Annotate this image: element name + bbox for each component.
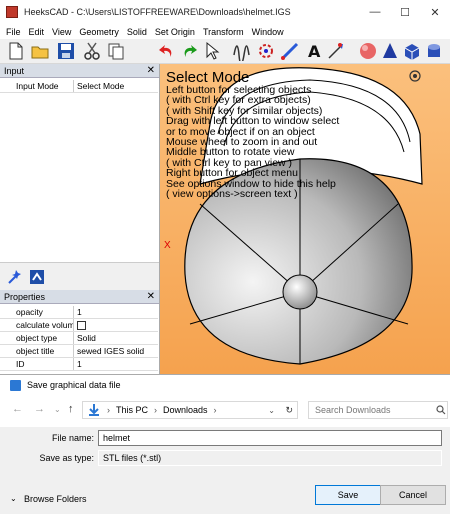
app-icon	[6, 6, 18, 18]
input-pane-header: Input ✕	[0, 64, 159, 78]
help-overlay: Select Mode Left button for selecting ob…	[166, 69, 446, 201]
cube-icon[interactable]	[402, 41, 422, 61]
property-value[interactable]: 1	[74, 306, 82, 318]
property-label: object type	[0, 332, 74, 344]
menu-solid[interactable]: Solid	[127, 27, 147, 37]
breadcrumb-separator-icon: ›	[107, 405, 110, 415]
dimension-icon[interactable]	[326, 41, 346, 61]
close-button[interactable]: ✕	[420, 0, 450, 24]
open-folder-icon[interactable]	[30, 41, 50, 61]
menu-geometry[interactable]: Geometry	[79, 27, 119, 37]
forward-arrow-icon[interactable]: →	[34, 403, 45, 415]
download-folder-icon	[89, 404, 99, 416]
properties-pane-header: Properties ✕	[0, 290, 159, 304]
save-dialog-icon	[10, 379, 21, 391]
property-value[interactable]: Solid	[74, 332, 96, 344]
properties-pane-close-icon[interactable]: ✕	[147, 291, 155, 302]
menu-set-origin[interactable]: Set Origin	[155, 27, 195, 37]
redo-icon[interactable]	[180, 41, 200, 61]
input-table: Input Mode Select Mode	[0, 80, 158, 93]
input-pane-close-icon[interactable]: ✕	[147, 65, 155, 76]
save-icon[interactable]	[56, 41, 76, 61]
menu-transform[interactable]: Transform	[203, 27, 244, 37]
x-axis-label: X	[164, 240, 171, 251]
magic-select-icon[interactable]	[6, 268, 24, 286]
apply-icon[interactable]	[28, 268, 46, 286]
dialog-title-bar: Save graphical data file	[0, 375, 450, 395]
circle-icon[interactable]	[256, 41, 276, 61]
undo-icon[interactable]	[156, 41, 176, 61]
browse-folders-toggle[interactable]: Browse Folders	[24, 494, 87, 504]
property-value[interactable]: 1	[74, 358, 82, 370]
property-label: ID	[0, 358, 74, 370]
breadcrumb-this-pc[interactable]: This PC	[116, 405, 148, 415]
text-icon[interactable]: A	[304, 41, 324, 61]
calculate-volume-checkbox[interactable]	[77, 320, 86, 330]
3d-viewport[interactable]: X Select Mode Left button for selecting …	[160, 64, 450, 374]
search-input[interactable]: Search Downloads	[308, 401, 448, 419]
cylinder-icon[interactable]	[424, 41, 444, 61]
input-footer	[0, 262, 159, 290]
title-bar: HeeksCAD - C:\Users\LISTOFFREEWARE\Downl…	[0, 0, 450, 24]
cancel-button[interactable]: Cancel	[380, 485, 446, 505]
input-pane: Input ✕ Input Mode Select Mode	[0, 64, 160, 290]
breadcrumb-downloads[interactable]: Downloads	[163, 405, 208, 415]
properties-table: opacity 1 calculate volum object type So…	[0, 306, 158, 371]
file-name-label: File name:	[51, 433, 94, 443]
address-bar: ← → ⌄ ↑ › This PC › Downloads › ⌄ ↻ Sear…	[0, 397, 450, 423]
menu-file[interactable]: File	[6, 27, 21, 37]
menu-view[interactable]: View	[52, 27, 71, 37]
sphere-icon[interactable]	[358, 41, 378, 61]
sketch-icon[interactable]	[232, 41, 252, 61]
breadcrumb-separator-icon: ›	[154, 405, 158, 415]
menu-edit[interactable]: Edit	[29, 27, 45, 37]
save-button[interactable]: Save	[315, 485, 381, 505]
properties-pane-title: Properties	[4, 291, 46, 302]
cone-icon[interactable]	[380, 41, 400, 61]
property-label: opacity	[0, 306, 74, 318]
property-row[interactable]: opacity 1	[0, 306, 158, 319]
copy-icon[interactable]	[106, 41, 126, 61]
property-row[interactable]: object type Solid	[0, 332, 158, 345]
property-row[interactable]: calculate volum	[0, 319, 158, 332]
help-title: Select Mode	[166, 69, 250, 86]
up-arrow-icon[interactable]: ↑	[68, 403, 74, 415]
breadcrumb-separator-icon: ›	[213, 405, 217, 415]
refresh-icon[interactable]: ↻	[285, 405, 293, 416]
search-icon[interactable]	[436, 405, 446, 415]
line-icon[interactable]	[280, 41, 300, 61]
select-pointer-icon[interactable]	[202, 41, 222, 61]
save-as-type-select[interactable]: STL files (*.stl)	[98, 450, 442, 466]
properties-pane: Properties ✕ opacity 1 calculate volum o…	[0, 290, 160, 374]
input-mode-value[interactable]: Select Mode	[74, 80, 124, 92]
back-arrow-icon[interactable]: ←	[12, 403, 23, 415]
toolbar: A	[0, 39, 450, 64]
property-row[interactable]: ID 1	[0, 358, 158, 371]
property-label: object title	[0, 345, 74, 357]
new-file-icon[interactable]	[6, 41, 26, 61]
input-pane-title: Input	[4, 65, 25, 76]
file-name-field[interactable]: helmet	[98, 430, 442, 446]
recent-chevron-icon[interactable]: ⌄	[54, 405, 61, 414]
input-mode-label: Input Mode	[0, 80, 74, 92]
minimize-button[interactable]: —	[360, 0, 390, 24]
dialog-title: Save graphical data file	[27, 380, 121, 390]
maximize-button[interactable]: ☐	[390, 0, 420, 24]
path-box[interactable]: › This PC › Downloads › ⌄ ↻	[82, 401, 298, 419]
menu-window[interactable]: Window	[252, 27, 284, 37]
svg-text:A: A	[308, 42, 321, 61]
browse-folders-chevron-icon[interactable]: ⌄	[10, 494, 17, 503]
property-label: calculate volum	[0, 319, 74, 331]
path-dropdown-chevron-icon[interactable]: ⌄	[268, 406, 275, 415]
input-mode-row[interactable]: Input Mode Select Mode	[0, 80, 158, 93]
save-dialog: Save graphical data file ← → ⌄ ↑ › This …	[0, 374, 450, 514]
save-as-type-label: Save as type:	[39, 453, 94, 463]
property-row[interactable]: object title sewed IGES solid	[0, 345, 158, 358]
menu-bar: File Edit View Geometry Solid Set Origin…	[0, 24, 450, 39]
property-value[interactable]	[74, 319, 86, 331]
help-line: ( view options->screen text )	[166, 188, 298, 201]
cut-icon[interactable]	[82, 41, 102, 61]
window-title: HeeksCAD - C:\Users\LISTOFFREEWARE\Downl…	[24, 7, 291, 17]
property-value[interactable]: sewed IGES solid	[74, 345, 144, 357]
